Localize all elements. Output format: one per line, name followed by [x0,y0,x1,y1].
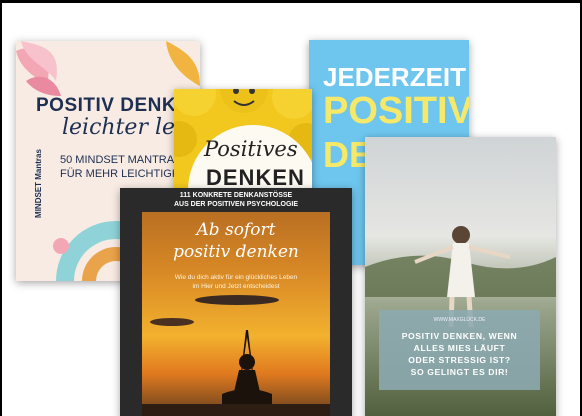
cover-top-line2: AUS DER POSITIVEN PSYCHOLOGIE [173,201,299,208]
cover-line4: SO GELINGT ES DIR! [410,367,509,377]
cover-line1: POSITIV DENKEN, WENN [401,331,518,341]
image-collage: POSITIV DENKEN leichter leben 50 MINDSET… [2,3,580,416]
book-cover-ab-sofort-positiv-denken: 111 KONKRETE DENKANSTÖSSE AUS DER POSITI… [120,188,352,416]
sunset-meditation-photo: Ab sofort positiv denken Wie du dich akt… [142,212,330,416]
cover-top-line1: 111 KONKRETE DENKANSTÖSSE [179,192,293,199]
cover-line2: ALLES MIES LÄUFT [413,343,506,353]
cover-text-box: WWW.MAXGLÜCK.DE POSITIV DENKEN, WENN ALL… [379,310,540,390]
article-cover-positiv-denken-wenn-alles-mies: WWW.MAXGLÜCK.DE POSITIV DENKEN, WENN ALL… [365,137,556,416]
cover-title-line2: POSITIV [323,90,469,132]
cover-line3: ODER STRESSIG IST? [408,355,511,365]
cover-description-line2: im Hier und Jetzt entscheidest [192,283,280,290]
cover-url: WWW.MAXGLÜCK.DE [433,317,486,323]
cover-description-line1: Wie du dich aktiv für ein glückliches Le… [174,274,298,281]
cover-title-line1: JEDERZEIT [323,62,467,92]
cover-subtitle-line1: 50 MINDSET MANTRAS [60,154,182,166]
cover-title-line1: Ab sofort [196,220,276,240]
cover-side-text: MINDSET Mantras [33,149,43,218]
cover-title-line1: Positives [204,137,298,161]
cover-title-line2: positiv denken [173,242,299,262]
